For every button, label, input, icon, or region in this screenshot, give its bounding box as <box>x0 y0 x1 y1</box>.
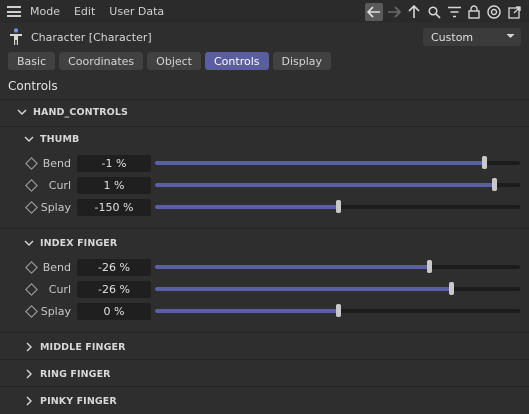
up-arrow-icon[interactable] <box>405 3 423 21</box>
keyframe-diamond-icon[interactable] <box>25 156 38 170</box>
keyframe-diamond-icon[interactable] <box>25 282 38 296</box>
section-title: Controls <box>8 79 58 93</box>
keyframe-diamond-icon[interactable] <box>25 178 38 192</box>
group-label: RING FINGER <box>40 368 111 380</box>
chevron-down-icon <box>24 240 34 246</box>
slider[interactable] <box>155 282 520 295</box>
hamburger-menu-icon[interactable] <box>7 6 21 17</box>
group-hand-controls[interactable]: HAND_CONTROLS <box>17 105 529 119</box>
keyframe-diamond-icon[interactable] <box>25 200 38 214</box>
filter-icon[interactable] <box>445 3 463 21</box>
group-label: THUMB <box>40 133 80 145</box>
group-label: PINKY FINGER <box>40 395 117 407</box>
group-label: INDEX FINGER <box>40 237 118 249</box>
slider-fill <box>155 205 338 209</box>
slider-handle[interactable] <box>448 282 454 295</box>
group-middle-finger[interactable]: MIDDLE FINGER <box>24 340 529 354</box>
group-ring-finger[interactable]: RING FINGER <box>24 367 529 381</box>
value-field[interactable]: 1 % <box>77 176 151 194</box>
slider-handle[interactable] <box>335 304 341 317</box>
divider <box>0 332 529 333</box>
menu-user-data[interactable]: User Data <box>109 5 164 18</box>
slider-handle[interactable] <box>492 178 498 191</box>
tab-coordinates[interactable]: Coordinates <box>59 52 144 70</box>
divider <box>0 359 529 360</box>
chevron-down-icon <box>24 136 34 142</box>
slider[interactable] <box>155 260 520 273</box>
target-icon[interactable] <box>485 3 503 21</box>
param-row-thumb-curl: Curl 1 % <box>0 175 529 195</box>
chevron-down-icon <box>506 34 515 38</box>
keyframe-diamond-icon[interactable] <box>25 304 38 318</box>
tab-object[interactable]: Object <box>147 52 201 70</box>
nav-toolbar <box>363 2 523 22</box>
object-header: Character [Character] Custom <box>0 24 529 50</box>
lock-icon[interactable] <box>465 3 483 21</box>
tab-basic[interactable]: Basic <box>8 52 56 70</box>
slider[interactable] <box>155 178 520 191</box>
forward-arrow-icon[interactable] <box>385 3 403 21</box>
chevron-right-icon <box>26 396 32 406</box>
menu-bar: Mode Edit User Data <box>0 0 529 23</box>
slider[interactable] <box>155 156 520 169</box>
value-field[interactable]: -150 % <box>77 198 151 216</box>
group-pinky-finger[interactable]: PINKY FINGER <box>24 394 529 408</box>
menu-mode[interactable]: Mode <box>30 5 60 18</box>
tab-bar: Basic Coordinates Object Controls Displa… <box>0 52 529 72</box>
slider-fill <box>155 265 429 269</box>
tab-controls[interactable]: Controls <box>205 52 269 70</box>
param-row-index-curl: Curl -26 % <box>0 279 529 299</box>
slider-fill <box>155 183 495 187</box>
chevron-right-icon <box>26 342 32 352</box>
param-label: Bend <box>42 156 71 170</box>
value-field[interactable]: -1 % <box>77 154 151 172</box>
group-label: MIDDLE FINGER <box>40 341 126 353</box>
preset-value: Custom <box>431 30 474 44</box>
tab-display[interactable]: Display <box>272 52 332 70</box>
group-label: HAND_CONTROLS <box>33 106 128 118</box>
divider <box>0 228 529 229</box>
character-figure-icon <box>10 28 22 45</box>
slider-fill <box>155 309 338 313</box>
divider <box>0 126 529 127</box>
keyframe-diamond-icon[interactable] <box>25 260 38 274</box>
param-row-thumb-bend: Bend -1 % <box>0 153 529 173</box>
value-field[interactable]: -26 % <box>77 280 151 298</box>
param-label: Bend <box>42 260 71 274</box>
param-label: Curl <box>48 178 71 192</box>
slider-fill <box>155 161 484 165</box>
divider <box>0 99 529 100</box>
preset-dropdown[interactable]: Custom <box>423 28 521 46</box>
slider-handle[interactable] <box>481 156 487 169</box>
search-icon[interactable] <box>425 3 443 21</box>
param-label: Splay <box>40 200 71 214</box>
divider <box>0 386 529 387</box>
slider[interactable] <box>155 200 520 213</box>
object-name: Character [Character] <box>31 30 152 44</box>
param-label: Curl <box>48 282 71 296</box>
param-row-thumb-splay: Splay -150 % <box>0 197 529 217</box>
group-index-finger[interactable]: INDEX FINGER <box>24 236 529 250</box>
value-field[interactable]: 0 % <box>77 302 151 320</box>
param-row-index-splay: Splay 0 % <box>0 301 529 321</box>
slider-handle[interactable] <box>335 200 341 213</box>
slider-handle[interactable] <box>426 260 432 273</box>
chevron-down-icon <box>17 109 27 115</box>
slider[interactable] <box>155 304 520 317</box>
value-field[interactable]: -26 % <box>77 258 151 276</box>
new-window-icon[interactable] <box>505 3 523 21</box>
group-thumb[interactable]: THUMB <box>24 132 529 146</box>
slider-fill <box>155 287 451 291</box>
chevron-right-icon <box>26 369 32 379</box>
menu-edit[interactable]: Edit <box>74 5 95 18</box>
back-arrow-icon[interactable] <box>365 3 383 21</box>
param-row-index-bend: Bend -26 % <box>0 257 529 277</box>
param-label: Splay <box>40 304 71 318</box>
